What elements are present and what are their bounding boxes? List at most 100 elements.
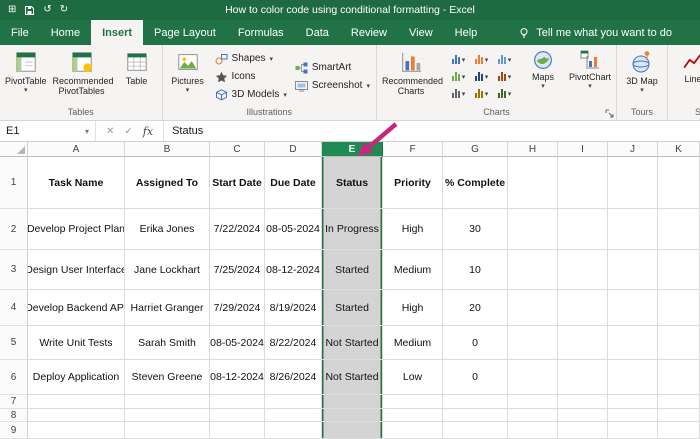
cell-B3[interactable]: Jane Lockhart (125, 250, 210, 290)
cell-J2[interactable] (608, 209, 658, 250)
cell-I3[interactable] (558, 250, 608, 290)
cell-I4[interactable] (558, 290, 608, 326)
cell-K9[interactable] (658, 422, 700, 439)
pie-chart-button[interactable]: ▾ (493, 51, 516, 68)
cell-B4[interactable]: Harriet Granger (125, 290, 210, 326)
row-header-2[interactable]: 2 (0, 209, 28, 250)
save-icon[interactable] (24, 5, 35, 16)
cell-H3[interactable] (508, 250, 558, 290)
cell-G3[interactable]: 10 (443, 250, 508, 290)
cell-G7[interactable] (443, 395, 508, 409)
area-chart-button[interactable]: ▾ (470, 68, 493, 85)
cell-K6[interactable] (658, 360, 700, 395)
cell-I1[interactable] (558, 157, 608, 209)
tab-formulas[interactable]: Formulas (227, 20, 295, 45)
enter-icon[interactable]: ✓ (124, 126, 132, 137)
cell-E7[interactable] (322, 395, 383, 409)
cell-I6[interactable] (558, 360, 608, 395)
recommended-pivottables-button[interactable]: Recommended PivotTables (51, 47, 113, 106)
cell-G4[interactable]: 20 (443, 290, 508, 326)
tab-help[interactable]: Help (444, 20, 489, 45)
cell-H5[interactable] (508, 326, 558, 360)
cell-E9[interactable] (322, 422, 383, 439)
cell-H1[interactable] (508, 157, 558, 209)
line-sparkline-button[interactable]: Line (671, 47, 700, 106)
column-header-A[interactable]: A (28, 142, 125, 157)
cell-A7[interactable] (28, 395, 125, 409)
cell-K5[interactable] (658, 326, 700, 360)
cell-G1[interactable]: % Complete (443, 157, 508, 209)
cell-J1[interactable] (608, 157, 658, 209)
cancel-icon[interactable]: ✕ (106, 126, 114, 137)
scatter-chart-button[interactable]: ▾ (493, 68, 516, 85)
cell-B5[interactable]: Sarah Smith (125, 326, 210, 360)
shapes-button[interactable]: Shapes ▾ (212, 52, 290, 66)
cell-I2[interactable] (558, 209, 608, 250)
pivottable-button[interactable]: PivotTable ▾ (3, 47, 49, 106)
cell-D9[interactable] (265, 422, 322, 439)
cell-C9[interactable] (210, 422, 265, 439)
cell-B8[interactable] (125, 409, 210, 422)
smartart-button[interactable]: SmartArt (292, 61, 373, 75)
cell-A8[interactable] (28, 409, 125, 422)
row-header-8[interactable]: 8 (0, 409, 28, 422)
cell-G8[interactable] (443, 409, 508, 422)
cell-D2[interactable]: 08-05-2024 (265, 209, 322, 250)
cell-B1[interactable]: Assigned To (125, 157, 210, 209)
cell-J7[interactable] (608, 395, 658, 409)
cell-A6[interactable]: Deploy Application (28, 360, 125, 395)
cell-J9[interactable] (608, 422, 658, 439)
row-header-3[interactable]: 3 (0, 250, 28, 290)
cell-F9[interactable] (383, 422, 443, 439)
tab-page-layout[interactable]: Page Layout (143, 20, 227, 45)
name-box[interactable]: E1 ▾ (0, 121, 96, 141)
formula-input[interactable]: Status (164, 121, 700, 141)
cell-A1[interactable]: Task Name (28, 157, 125, 209)
tell-me[interactable]: Tell me what you want to do (518, 20, 672, 45)
row-header-7[interactable]: 7 (0, 395, 28, 409)
cell-D6[interactable]: 8/26/2024 (265, 360, 322, 395)
cell-F7[interactable] (383, 395, 443, 409)
cell-G5[interactable]: 0 (443, 326, 508, 360)
funnel-chart-button[interactable]: ▾ (493, 85, 516, 102)
tab-review[interactable]: Review (340, 20, 398, 45)
column-chart-button[interactable]: ▾ (447, 51, 470, 68)
cell-F2[interactable]: High (383, 209, 443, 250)
row-header-4[interactable]: 4 (0, 290, 28, 326)
row-header-1[interactable]: 1 (0, 157, 28, 209)
cell-J5[interactable] (608, 326, 658, 360)
cell-D3[interactable]: 08-12-2024 (265, 250, 322, 290)
cell-E4[interactable]: Started (322, 290, 383, 326)
excel-app-icon[interactable]: ⊞ (8, 5, 16, 15)
column-header-I[interactable]: I (558, 142, 608, 157)
cell-G9[interactable] (443, 422, 508, 439)
redo-icon[interactable]: ↻ (60, 5, 68, 15)
combo-chart-button[interactable]: ▾ (470, 85, 493, 102)
cell-H8[interactable] (508, 409, 558, 422)
cell-K1[interactable] (658, 157, 700, 209)
cell-E5[interactable]: Not Started (322, 326, 383, 360)
cell-G2[interactable]: 30 (443, 209, 508, 250)
cell-F8[interactable] (383, 409, 443, 422)
cell-K8[interactable] (658, 409, 700, 422)
cell-I9[interactable] (558, 422, 608, 439)
cell-J4[interactable] (608, 290, 658, 326)
cell-K4[interactable] (658, 290, 700, 326)
cell-C5[interactable]: 08-05-2024 (210, 326, 265, 360)
cell-C1[interactable]: Start Date (210, 157, 265, 209)
cell-D4[interactable]: 8/19/2024 (265, 290, 322, 326)
cell-K3[interactable] (658, 250, 700, 290)
maps-button[interactable]: Maps ▾ (521, 47, 565, 106)
column-header-B[interactable]: B (125, 142, 210, 157)
column-header-F[interactable]: F (383, 142, 443, 157)
column-header-C[interactable]: C (210, 142, 265, 157)
cell-H6[interactable] (508, 360, 558, 395)
cell-D8[interactable] (265, 409, 322, 422)
table-button[interactable]: Table (115, 47, 159, 106)
column-header-J[interactable]: J (608, 142, 658, 157)
cell-A4[interactable]: Develop Backend API (28, 290, 125, 326)
cell-C8[interactable] (210, 409, 265, 422)
3d-map-button[interactable]: 3D Map ▾ (620, 47, 664, 106)
cell-B6[interactable]: Steven Greene (125, 360, 210, 395)
cell-H9[interactable] (508, 422, 558, 439)
